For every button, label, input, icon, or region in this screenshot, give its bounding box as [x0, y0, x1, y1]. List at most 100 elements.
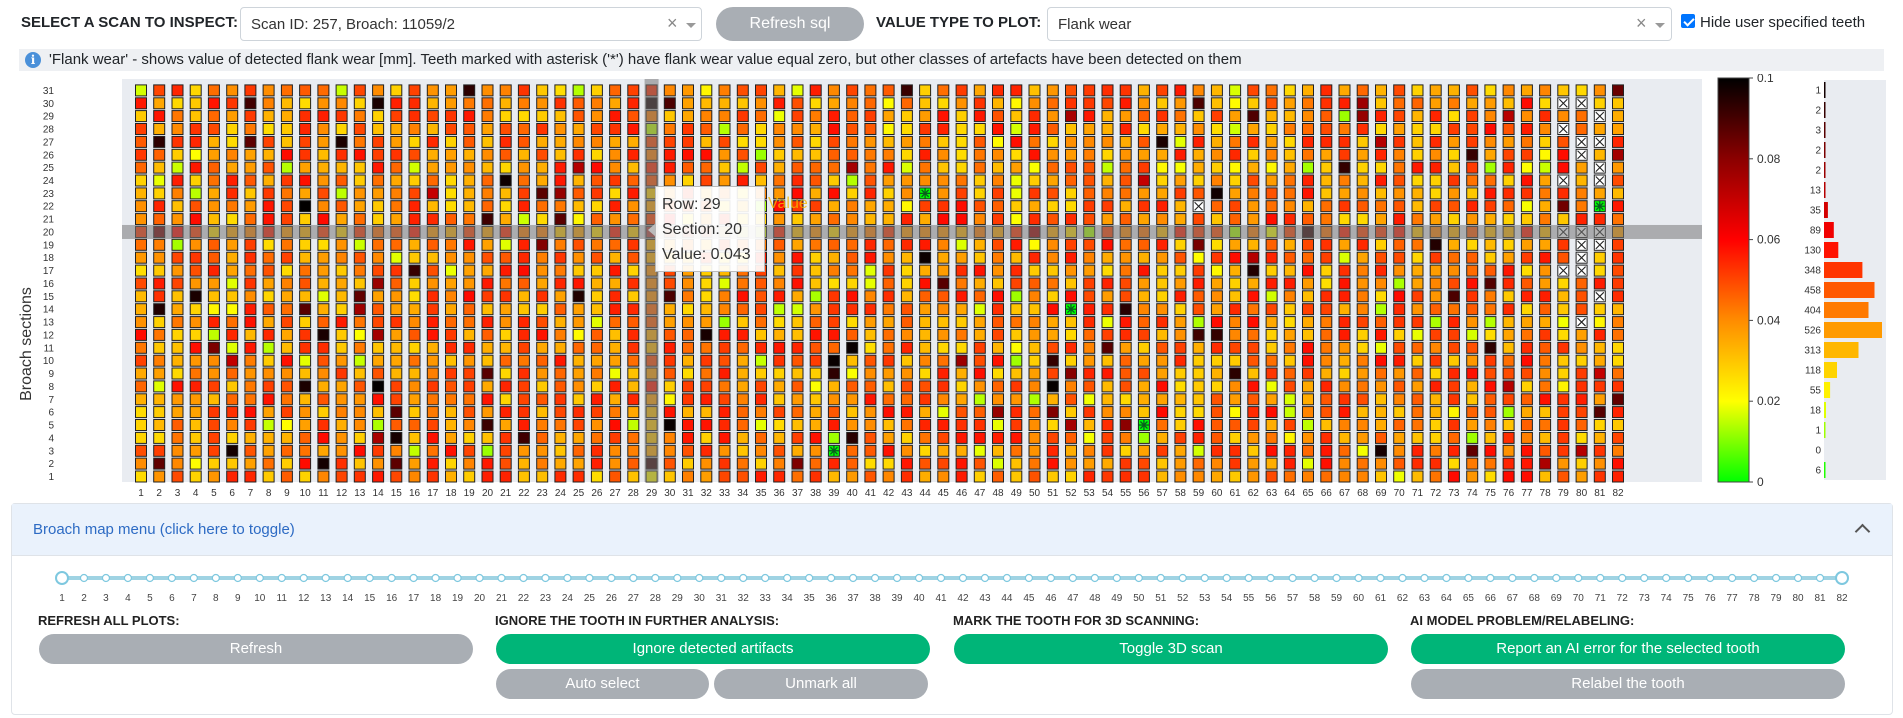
heatmap-cell[interactable]	[499, 419, 512, 431]
heatmap-cell[interactable]	[1593, 406, 1606, 419]
heatmap-cell[interactable]	[353, 174, 366, 187]
heatmap-cell[interactable]	[335, 135, 348, 148]
heatmap-cell[interactable]	[937, 174, 950, 187]
heatmap-cell[interactable]	[1210, 444, 1223, 457]
heatmap-cell[interactable]	[590, 406, 603, 419]
heatmap-cell[interactable]	[299, 135, 312, 148]
heatmap-cell[interactable]	[153, 97, 166, 110]
heatmap-cell[interactable]	[499, 148, 512, 161]
heatmap-cell[interactable]	[372, 380, 385, 393]
heatmap-cell[interactable]	[663, 123, 676, 135]
heatmap-cell[interactable]	[517, 174, 530, 187]
heatmap-cell[interactable]	[882, 444, 895, 457]
heatmap-cell[interactable]	[463, 251, 476, 264]
heatmap-cell[interactable]	[1174, 380, 1187, 393]
heatmap-cell[interactable]	[189, 200, 202, 213]
heatmap-cell[interactable]	[1046, 367, 1059, 380]
heatmap-cell[interactable]	[536, 161, 549, 174]
heatmap-cell[interactable]	[1466, 123, 1479, 135]
heatmap-cell[interactable]	[1065, 419, 1077, 431]
heatmap-cell[interactable]	[445, 303, 457, 316]
heatmap-cell[interactable]	[937, 251, 950, 264]
heatmap-cell[interactable]	[1119, 213, 1132, 226]
heatmap-cell[interactable]	[1466, 380, 1479, 393]
heatmap-cell[interactable]	[1520, 213, 1533, 226]
heatmap-cell[interactable]	[682, 328, 694, 341]
heatmap-cell[interactable]	[262, 393, 275, 406]
slider-mark[interactable]	[1222, 573, 1231, 583]
heatmap-cell[interactable]	[1593, 97, 1606, 110]
heatmap-cell[interactable]	[1356, 135, 1369, 148]
heatmap-cell[interactable]	[262, 200, 275, 213]
heatmap-cell[interactable]	[1283, 174, 1296, 187]
heatmap-cell[interactable]	[1265, 380, 1278, 393]
heatmap-cell[interactable]	[1065, 135, 1077, 148]
heatmap-cell[interactable]	[426, 148, 439, 161]
heatmap-cell[interactable]	[390, 161, 403, 174]
heatmap-cell[interactable]	[317, 341, 330, 354]
heatmap-cell[interactable]	[554, 264, 567, 277]
heatmap-cell[interactable]	[207, 457, 220, 470]
heatmap-cell[interactable]	[1302, 328, 1314, 341]
heatmap-cell[interactable]	[390, 200, 403, 213]
heatmap-cell[interactable]	[791, 174, 804, 187]
heatmap-cell[interactable]	[1393, 161, 1406, 174]
heatmap-cell[interactable]	[718, 303, 731, 316]
heatmap-cell[interactable]	[663, 470, 676, 483]
heatmap-cell[interactable]	[445, 290, 457, 303]
heatmap-cell[interactable]	[1265, 316, 1278, 329]
heatmap-cell[interactable]	[572, 187, 585, 200]
heatmap-cell[interactable]	[1484, 238, 1497, 251]
heatmap-cell[interactable]	[1502, 213, 1515, 226]
heatmap-cell[interactable]	[937, 277, 950, 290]
heatmap-cell[interactable]	[1612, 264, 1624, 277]
heatmap-cell[interactable]	[1447, 444, 1460, 457]
heatmap-cell[interactable]	[900, 161, 913, 174]
heatmap-cell[interactable]	[390, 393, 403, 406]
heatmap-cell[interactable]	[445, 110, 457, 123]
heatmap-cell[interactable]	[1539, 135, 1552, 148]
heatmap-cell[interactable]	[627, 213, 640, 226]
slider-mark[interactable]	[629, 573, 638, 583]
heatmap-cell[interactable]	[1539, 84, 1552, 97]
heatmap-cell[interactable]	[299, 341, 312, 354]
heatmap-cell[interactable]	[1575, 174, 1588, 187]
heatmap-cell[interactable]	[919, 406, 932, 419]
heatmap-cell[interactable]	[700, 174, 713, 187]
heatmap-cell[interactable]	[1393, 84, 1406, 97]
heatmap-cell[interactable]	[755, 174, 767, 187]
heatmap-cell[interactable]	[736, 354, 749, 367]
slider-mark[interactable]	[1332, 573, 1341, 583]
heatmap-cell[interactable]	[809, 406, 822, 419]
heatmap-cell[interactable]	[590, 161, 603, 174]
heatmap-cell[interactable]	[517, 110, 530, 123]
heatmap-cell[interactable]	[153, 264, 166, 277]
heatmap-cell[interactable]	[481, 277, 494, 290]
heatmap-cell[interactable]	[280, 303, 293, 316]
heatmap-cell[interactable]	[827, 367, 840, 380]
heatmap-cell[interactable]	[1356, 316, 1369, 329]
heatmap-cell[interactable]	[1429, 419, 1442, 431]
heatmap-cell[interactable]	[755, 161, 767, 174]
heatmap-cell[interactable]	[882, 431, 895, 444]
heatmap-cell[interactable]	[517, 367, 530, 380]
heatmap-cell[interactable]	[1028, 303, 1041, 316]
heatmap-cell[interactable]	[1010, 110, 1023, 123]
heatmap-cell[interactable]	[590, 431, 603, 444]
heatmap-cell[interactable]	[992, 316, 1004, 329]
heatmap-cell[interactable]	[1210, 135, 1223, 148]
heatmap-cell[interactable]	[1192, 123, 1205, 135]
heatmap-cell[interactable]	[463, 213, 476, 226]
heatmap-cell[interactable]	[1119, 367, 1132, 380]
heatmap-cell[interactable]	[372, 161, 385, 174]
heatmap-cell[interactable]	[244, 354, 257, 367]
heatmap-cell[interactable]	[827, 393, 840, 406]
heatmap-cell[interactable]	[1593, 84, 1606, 97]
heatmap-cell[interactable]	[1593, 354, 1606, 367]
heatmap-cell[interactable]	[1174, 354, 1187, 367]
heatmap-cell[interactable]	[827, 457, 840, 470]
heatmap-cell[interactable]	[1247, 290, 1260, 303]
heatmap-cell[interactable]	[900, 123, 913, 135]
slider-mark[interactable]	[870, 573, 880, 583]
heatmap-cell[interactable]	[226, 174, 239, 187]
